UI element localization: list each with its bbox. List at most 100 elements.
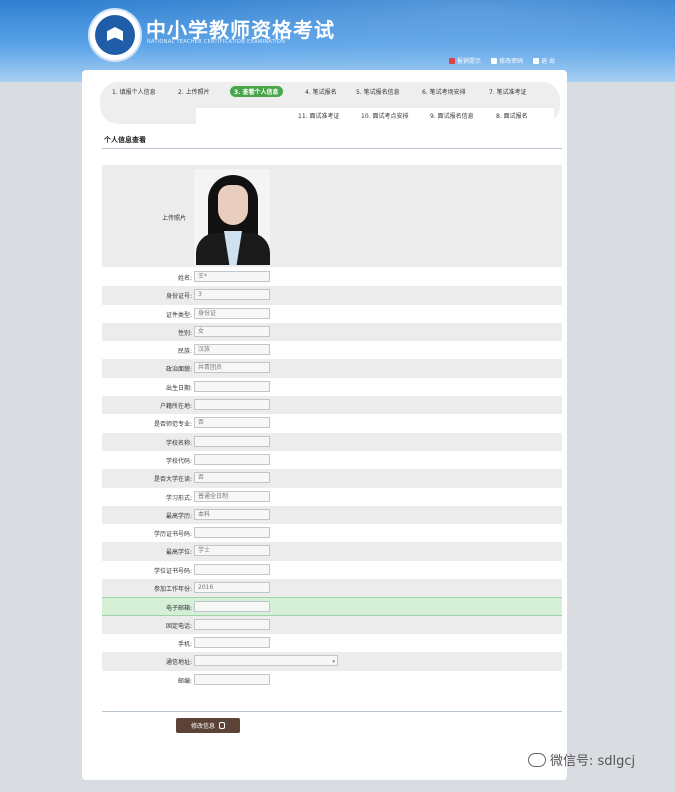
- field-label: 最高学历:: [165, 512, 192, 520]
- field-value: [194, 673, 270, 685]
- logo-emblem: [95, 15, 135, 55]
- link-logout-label: 退 出: [541, 58, 555, 65]
- link-change-password-label: 修改密码: [499, 58, 524, 65]
- field-label: 学习形式:: [165, 494, 192, 502]
- step-2[interactable]: 2. 上传照片: [178, 87, 210, 96]
- field-value: 本科: [194, 508, 270, 520]
- main-panel: 1. 填报个人信息 2. 上传照片 3. 查看个人信息 4. 笔试报名 5. 笔…: [82, 70, 567, 780]
- edit-info-button[interactable]: 修改信息: [176, 718, 240, 733]
- field-value: 王*: [194, 271, 270, 282]
- field-label: 固定电话:: [165, 622, 192, 630]
- step-4[interactable]: 4. 笔试报名: [305, 87, 337, 96]
- photo-row-fill: [270, 165, 562, 267]
- field-row: 学校代码:: [102, 451, 562, 469]
- field-row: 姓名: 王*: [102, 268, 562, 286]
- field-row: 邮编:: [102, 671, 562, 689]
- bottom-divider: [102, 711, 562, 712]
- field-label: 最高学位:: [165, 549, 192, 557]
- field-label: 学历证书号码:: [153, 531, 192, 539]
- photo-row: 上传照片: [102, 165, 562, 267]
- field-row: 固定电话:: [102, 615, 562, 634]
- applicant-photo: [194, 169, 272, 265]
- step-7[interactable]: 7. 笔试准考证: [489, 87, 527, 96]
- field-value: [194, 618, 270, 630]
- field-label: 是否师范专业:: [153, 421, 192, 429]
- field-value: 2016: [194, 582, 270, 594]
- field-label: 民族:: [177, 348, 192, 356]
- field-row: 身份证号: 3: [102, 286, 562, 305]
- field-value: [194, 399, 270, 411]
- field-row: 政治面貌: 共青团员: [102, 359, 562, 378]
- step-5[interactable]: 5. 笔试报名信息: [356, 87, 400, 96]
- step-1[interactable]: 1. 填报个人信息: [112, 87, 156, 96]
- field-label: 邮编:: [177, 677, 192, 685]
- step-3-active[interactable]: 3. 查看个人信息: [230, 86, 283, 97]
- field-row: 学位证书号码:: [102, 561, 562, 579]
- field-value: 汉族: [194, 344, 270, 356]
- field-value: 女: [194, 325, 270, 337]
- watermark-text: 微信号: sdlgcj: [550, 754, 636, 769]
- step-6[interactable]: 6. 笔试考场安排: [422, 87, 466, 96]
- field-label: 学校名称:: [165, 439, 192, 447]
- step-navigation: 1. 填报个人信息 2. 上传照片 3. 查看个人信息 4. 笔试报名 5. 笔…: [100, 82, 560, 124]
- field-label: 证件类型:: [165, 311, 192, 319]
- field-value: [194, 435, 270, 447]
- field-label: 手机:: [177, 640, 192, 648]
- step-11[interactable]: 11. 面试准考证: [298, 111, 339, 120]
- field-label: 是否大学在读:: [153, 476, 192, 484]
- field-value: 3: [194, 289, 270, 301]
- field-label: 电子邮箱:: [165, 605, 192, 613]
- field-row: 出生日期:: [102, 378, 562, 396]
- field-row: 性别: 女: [102, 322, 562, 342]
- field-value: 否: [194, 417, 270, 429]
- field-row: 电子邮箱:: [102, 597, 562, 616]
- top-links: 报销提示 修改密码 退 出: [449, 56, 555, 65]
- field-label: 身份证号:: [165, 293, 192, 301]
- field-label: 学校代码:: [165, 457, 192, 465]
- link-notice-label: 报销提示: [457, 58, 482, 65]
- field-row: 学习形式: 普通全日制: [102, 488, 562, 506]
- field-row: 是否师范专业: 否: [102, 414, 562, 432]
- field-row: 是否大学在读: 否: [102, 469, 562, 488]
- step-8[interactable]: 8. 面试报名: [496, 111, 528, 120]
- site-logo: [88, 8, 142, 62]
- section-title: 个人信息查看: [104, 136, 146, 144]
- site-subtitle: NATIONAL TEACHER CERTIFICATION EXAMINATI…: [147, 39, 286, 45]
- field-label: 政治面貌:: [165, 366, 192, 374]
- field-row: 证件类型: 身份证: [102, 305, 562, 323]
- field-value: [194, 453, 270, 465]
- field-row: 民族: 汉族: [102, 341, 562, 359]
- step-9[interactable]: 9. 面试报名信息: [430, 111, 474, 120]
- section-divider: [102, 148, 562, 149]
- field-value: [194, 563, 270, 575]
- field-label: 姓名:: [177, 275, 192, 282]
- field-value: 否: [194, 472, 270, 484]
- field-row: 手机:: [102, 634, 562, 652]
- logout-icon: [533, 57, 540, 64]
- notice-icon: [449, 57, 456, 64]
- link-change-password[interactable]: 修改密码: [491, 56, 523, 65]
- link-notice[interactable]: 报销提示: [449, 56, 481, 65]
- field-label: 通信地址:: [165, 659, 192, 667]
- field-label: 户籍所在地:: [159, 403, 192, 411]
- field-row: 通信地址: ▾: [102, 652, 562, 671]
- field-value: 共青团员: [194, 362, 270, 374]
- field-row: 学校名称:: [102, 432, 562, 451]
- link-logout[interactable]: 退 出: [533, 56, 555, 65]
- photo-label: 上传照片: [162, 215, 187, 222]
- field-label: 性别:: [177, 329, 192, 337]
- field-value: 学士: [194, 545, 270, 557]
- field-row: 户籍所在地:: [102, 396, 562, 415]
- field-label: 出生日期:: [165, 384, 192, 392]
- field-row: 最高学历: 本科: [102, 505, 562, 525]
- field-row: 参加工作年份: 2016: [102, 579, 562, 598]
- field-value: [194, 636, 270, 648]
- wechat-icon: [528, 752, 546, 767]
- field-value: [194, 601, 270, 613]
- step-10[interactable]: 10. 面试考点安排: [361, 111, 408, 120]
- book-icon: [107, 27, 123, 41]
- field-value: [194, 380, 270, 392]
- field-label: 参加工作年份:: [153, 586, 192, 594]
- field-value: ▾: [194, 655, 338, 667]
- field-value: 普通全日制: [194, 490, 270, 502]
